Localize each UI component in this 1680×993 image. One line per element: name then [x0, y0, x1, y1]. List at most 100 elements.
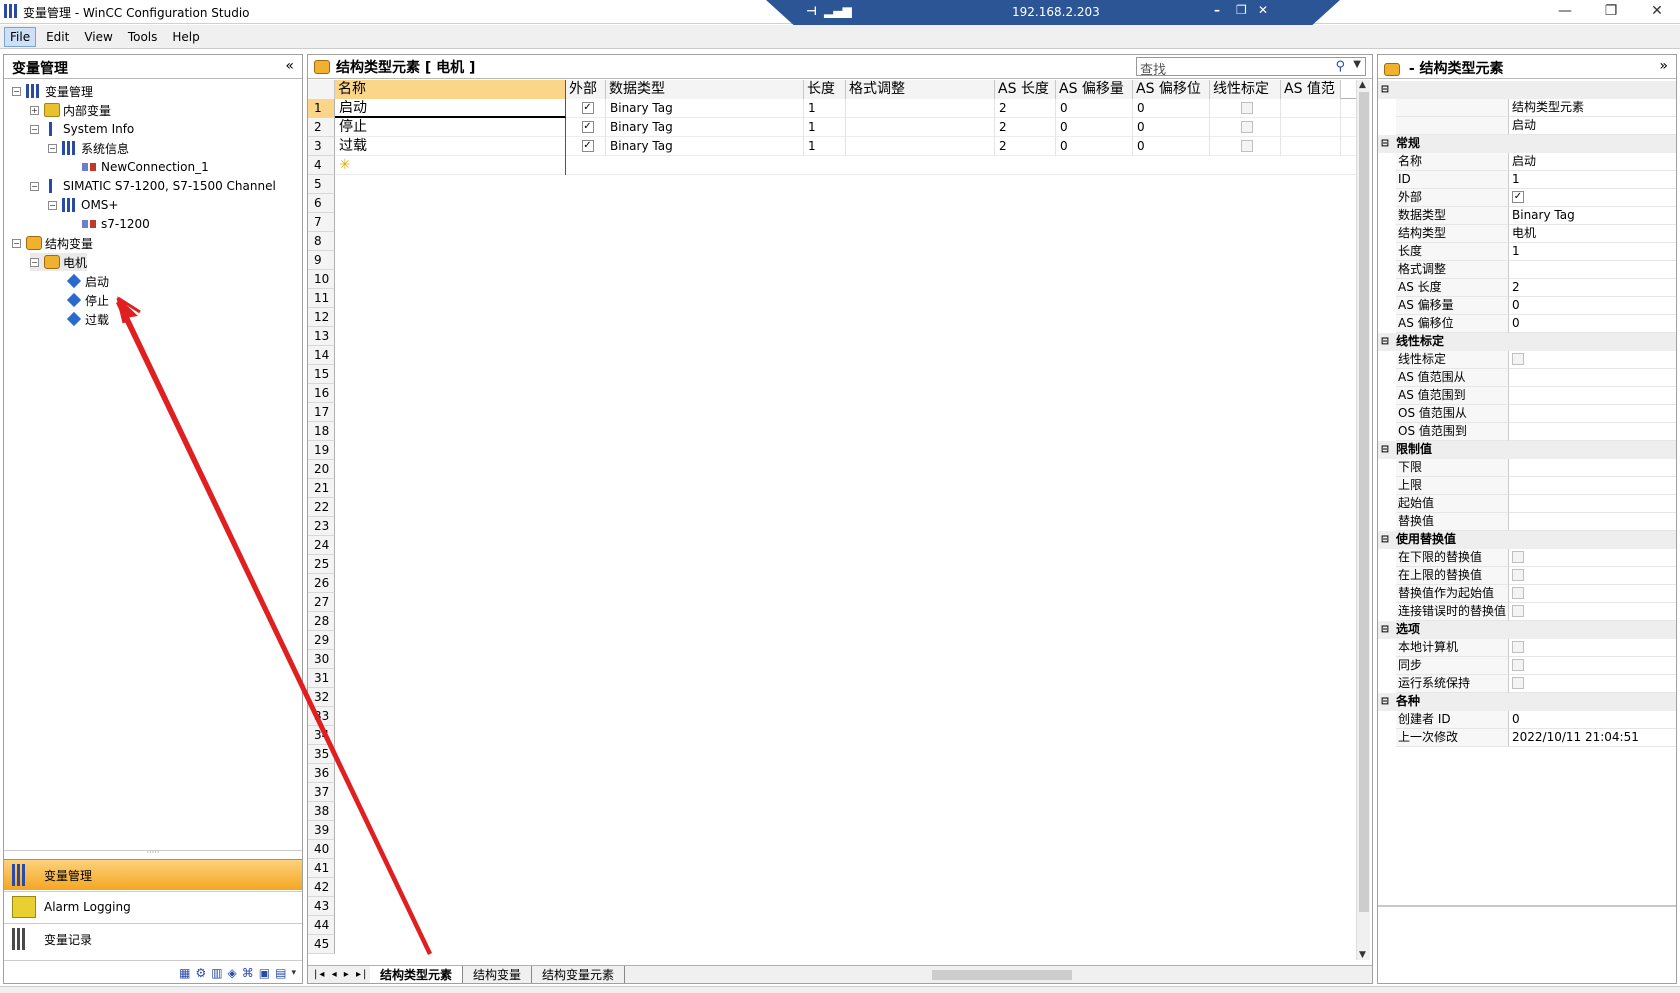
col-name[interactable]: 名称: [335, 80, 566, 99]
scroll-up-icon[interactable]: ▲: [1359, 80, 1366, 90]
tree-node-s7-1200[interactable]: s7-1200: [82, 215, 150, 233]
tree-node-tag-management[interactable]: − 变量管理: [12, 82, 93, 100]
row-number[interactable]: 3: [308, 137, 335, 156]
table-row[interactable]: 启动 ✓ Binary Tag 1 2 0 0: [335, 99, 1358, 118]
cell-data-type[interactable]: Binary Tag: [606, 137, 804, 156]
property-value[interactable]: [1509, 567, 1676, 585]
property-category[interactable]: ⊟ 使用替换值: [1378, 531, 1676, 549]
property-row[interactable]: 在上限的替换值: [1378, 567, 1676, 585]
property-row[interactable]: 替换值: [1378, 513, 1676, 531]
property-category[interactable]: ⊟ 限制值: [1378, 441, 1676, 459]
checkbox-unchecked[interactable]: [1512, 676, 1524, 689]
remote-close-icon[interactable]: ✕: [1258, 3, 1268, 17]
collapse-icon[interactable]: −: [30, 257, 39, 267]
cell-as-range[interactable]: [1281, 118, 1341, 137]
row-number[interactable]: 33: [308, 707, 335, 726]
row-number[interactable]: 31: [308, 669, 335, 688]
property-value[interactable]: [1509, 261, 1676, 279]
nav-tag-logging[interactable]: 变量记录: [4, 923, 302, 954]
cell-as-length[interactable]: 2: [995, 99, 1056, 118]
collapse-icon[interactable]: −: [12, 238, 21, 248]
checkbox-unchecked[interactable]: [1512, 550, 1524, 563]
row-number[interactable]: 25: [308, 555, 335, 574]
pin-icon[interactable]: ⊣: [806, 4, 817, 18]
property-value[interactable]: 0: [1509, 297, 1676, 315]
property-row[interactable]: 替换值作为起始值: [1378, 585, 1676, 603]
collapse-icon[interactable]: ⊟: [1378, 333, 1392, 351]
cell-length[interactable]: 1: [804, 118, 846, 137]
scroll-down-icon[interactable]: ▼: [1359, 950, 1366, 960]
vertical-scrollbar[interactable]: ▲ ▼: [1356, 80, 1370, 960]
nav-alarm-logging[interactable]: Alarm Logging: [4, 891, 302, 922]
cell-external[interactable]: ✓: [566, 137, 606, 156]
property-row[interactable]: 上一次修改 2022/10/11 21:04:51: [1378, 729, 1676, 747]
cell-name-new[interactable]: ✳: [335, 156, 566, 175]
property-row[interactable]: 格式调整: [1378, 261, 1676, 279]
property-value[interactable]: [1509, 549, 1676, 567]
cell-as-range[interactable]: [1281, 99, 1341, 118]
property-value[interactable]: [1509, 657, 1676, 675]
property-row[interactable]: 同步: [1378, 657, 1676, 675]
property-row[interactable]: AS 偏移量 0: [1378, 297, 1676, 315]
menu-help[interactable]: Help: [167, 28, 204, 46]
row-number[interactable]: 9: [308, 251, 335, 270]
property-row[interactable]: ID 1: [1378, 171, 1676, 189]
property-value[interactable]: [1509, 585, 1676, 603]
property-row[interactable]: 下限: [1378, 459, 1676, 477]
panel-splitter[interactable]: ·····: [4, 849, 302, 857]
property-row[interactable]: AS 值范围到: [1378, 387, 1676, 405]
editor-shortcut-icon[interactable]: ▤: [275, 966, 286, 980]
cell-external[interactable]: ✓: [566, 118, 606, 137]
collapse-icon[interactable]: −: [48, 200, 57, 210]
row-number[interactable]: 41: [308, 859, 335, 878]
checkbox-unchecked[interactable]: [1241, 101, 1253, 114]
checkbox-unchecked[interactable]: [1512, 352, 1524, 365]
checkbox-unchecked[interactable]: [1512, 604, 1524, 617]
property-value[interactable]: [1509, 675, 1676, 693]
property-value[interactable]: [1509, 477, 1676, 495]
property-row[interactable]: 结构类型元素: [1378, 99, 1676, 117]
collapse-right-icon[interactable]: »: [1659, 58, 1668, 74]
row-number[interactable]: 20: [308, 460, 335, 479]
menu-tools[interactable]: Tools: [123, 28, 163, 46]
editor-shortcut-icon[interactable]: ▥: [211, 966, 222, 980]
close-icon[interactable]: ✕: [1634, 0, 1680, 24]
cell-as-length[interactable]: 2: [995, 118, 1056, 137]
cell-linear[interactable]: [1210, 99, 1281, 118]
remote-minimize-icon[interactable]: –: [1214, 3, 1220, 17]
col-length[interactable]: 长度: [804, 80, 846, 99]
hscroll-thumb[interactable]: [932, 970, 1072, 980]
cell-as-bit[interactable]: 0: [1133, 99, 1210, 118]
property-row[interactable]: OS 值范围从: [1378, 405, 1676, 423]
collapse-icon[interactable]: −: [30, 181, 39, 191]
corner-cell[interactable]: [308, 80, 335, 99]
tree-node-system-info[interactable]: − System Info: [30, 120, 134, 138]
search-input[interactable]: 查找 ⚲ ▼: [1136, 57, 1366, 78]
tab-structure-tags[interactable]: 结构变量: [463, 966, 533, 983]
menu-edit[interactable]: Edit: [41, 28, 74, 46]
collapse-icon[interactable]: ⊟: [1378, 441, 1392, 459]
checkbox-unchecked[interactable]: [1512, 658, 1524, 671]
row-number[interactable]: 23: [308, 517, 335, 536]
row-number[interactable]: 13: [308, 327, 335, 346]
cell-length[interactable]: 1: [804, 99, 846, 118]
cell-format[interactable]: [846, 99, 995, 118]
property-value[interactable]: [1509, 369, 1676, 387]
property-category[interactable]: ⊟ 线性标定: [1378, 333, 1676, 351]
new-row[interactable]: ✳: [335, 156, 1358, 175]
cell-external[interactable]: ✓: [566, 99, 606, 118]
property-value[interactable]: 0: [1509, 711, 1676, 729]
col-data-type[interactable]: 数据类型: [606, 80, 804, 99]
property-row[interactable]: 外部 ✓: [1378, 189, 1676, 207]
property-row[interactable]: 结构类型 电机: [1378, 225, 1676, 243]
property-value[interactable]: 启动: [1509, 117, 1676, 135]
property-category-header[interactable]: ⊟: [1378, 81, 1676, 99]
checkbox-unchecked[interactable]: [1241, 139, 1253, 152]
cell-as-offset[interactable]: 0: [1056, 99, 1133, 118]
cell-format[interactable]: [846, 137, 995, 156]
search-icon[interactable]: ⚲: [1335, 59, 1345, 74]
row-number[interactable]: 39: [308, 821, 335, 840]
tree-node-stop[interactable]: 停止: [66, 291, 109, 309]
cell-as-range[interactable]: [1281, 137, 1341, 156]
editor-shortcut-icon[interactable]: ◈: [228, 966, 237, 980]
